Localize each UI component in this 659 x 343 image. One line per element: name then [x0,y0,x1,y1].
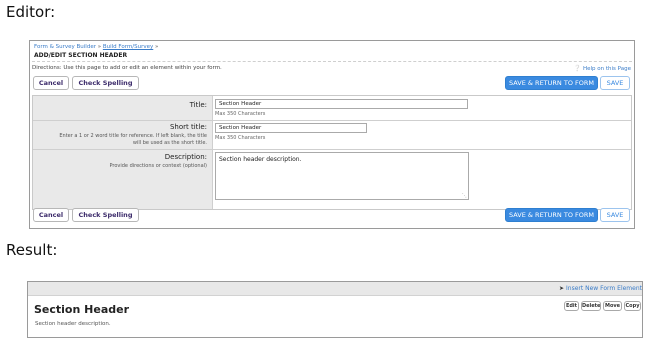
short-title-max-note: Max 350 Characters [215,135,266,141]
breadcrumb-separator: » [97,44,102,50]
short-title-label: Short title: [169,123,207,131]
breadcrumb: Form & Survey Builder » Build Form/Surve… [34,44,158,50]
move-button[interactable]: Move [603,301,622,311]
row-divider [33,149,631,150]
divider [32,61,632,62]
description-textarea[interactable]: Section header description. ⋱ [215,152,469,200]
help-icon: ❔ [573,65,581,72]
result-panel: ➤ Insert New Form Element Section Header … [27,281,643,338]
save-button[interactable]: SAVE [600,76,630,90]
save-and-return-button[interactable]: SAVE & RETURN TO FORM [505,76,598,90]
insert-arrow-icon: ➤ [558,285,565,292]
result-caption: Result: [6,241,58,259]
breadcrumb-separator: » [155,44,159,50]
save-and-return-button-bottom[interactable]: SAVE & RETURN TO FORM [505,208,598,222]
editor-caption: Editor: [6,3,56,21]
breadcrumb-form-survey-builder[interactable]: Form & Survey Builder [34,44,96,50]
insert-element-label: Insert New Form Element [566,285,642,292]
description-hint: Provide directions or context (optional) [109,163,207,169]
check-spelling-button-bottom[interactable]: Check Spelling [72,208,139,222]
short-title-hint-line1: Enter a 1 or 2 word title for reference.… [59,133,207,139]
resize-grip-icon[interactable]: ⋱ [462,193,467,199]
short-title-hint-line2: will be used as the short title. [132,140,207,146]
delete-button[interactable]: Delete [581,301,601,311]
help-link-label: Help on this Page [583,66,631,72]
title-max-note: Max 350 Characters [215,111,266,117]
help-link[interactable]: ❔ Help on this Page [574,65,631,72]
row-divider [33,120,631,121]
edit-button[interactable]: Edit [564,301,579,311]
breadcrumb-build-form-survey[interactable]: Build Form/Survey [103,44,153,50]
description-label: Description: [164,153,207,161]
short-title-input[interactable]: Section Header [215,123,367,133]
column-divider [212,96,213,209]
title-input[interactable]: Section Header [215,99,468,109]
form-table: Title: Section Header Max 350 Characters… [32,95,632,210]
copy-button[interactable]: Copy [624,301,641,311]
cancel-button[interactable]: Cancel [33,76,69,90]
description-text: Section header description. [219,156,302,163]
result-toolbar: ➤ Insert New Form Element [28,282,642,296]
check-spelling-button[interactable]: Check Spelling [72,76,139,90]
editor-panel: Form & Survey Builder » Build Form/Surve… [29,40,635,229]
save-button-bottom[interactable]: SAVE [600,208,630,222]
title-label: Title: [189,101,207,109]
cancel-button-bottom[interactable]: Cancel [33,208,69,222]
section-title: Section Header [34,303,129,316]
section-description: Section header description. [35,321,111,327]
directions-text: Directions: Use this page to add or edit… [32,65,222,71]
page-title: ADD/EDIT SECTION HEADER [34,52,128,59]
insert-element-link[interactable]: ➤ Insert New Form Element [559,285,642,292]
